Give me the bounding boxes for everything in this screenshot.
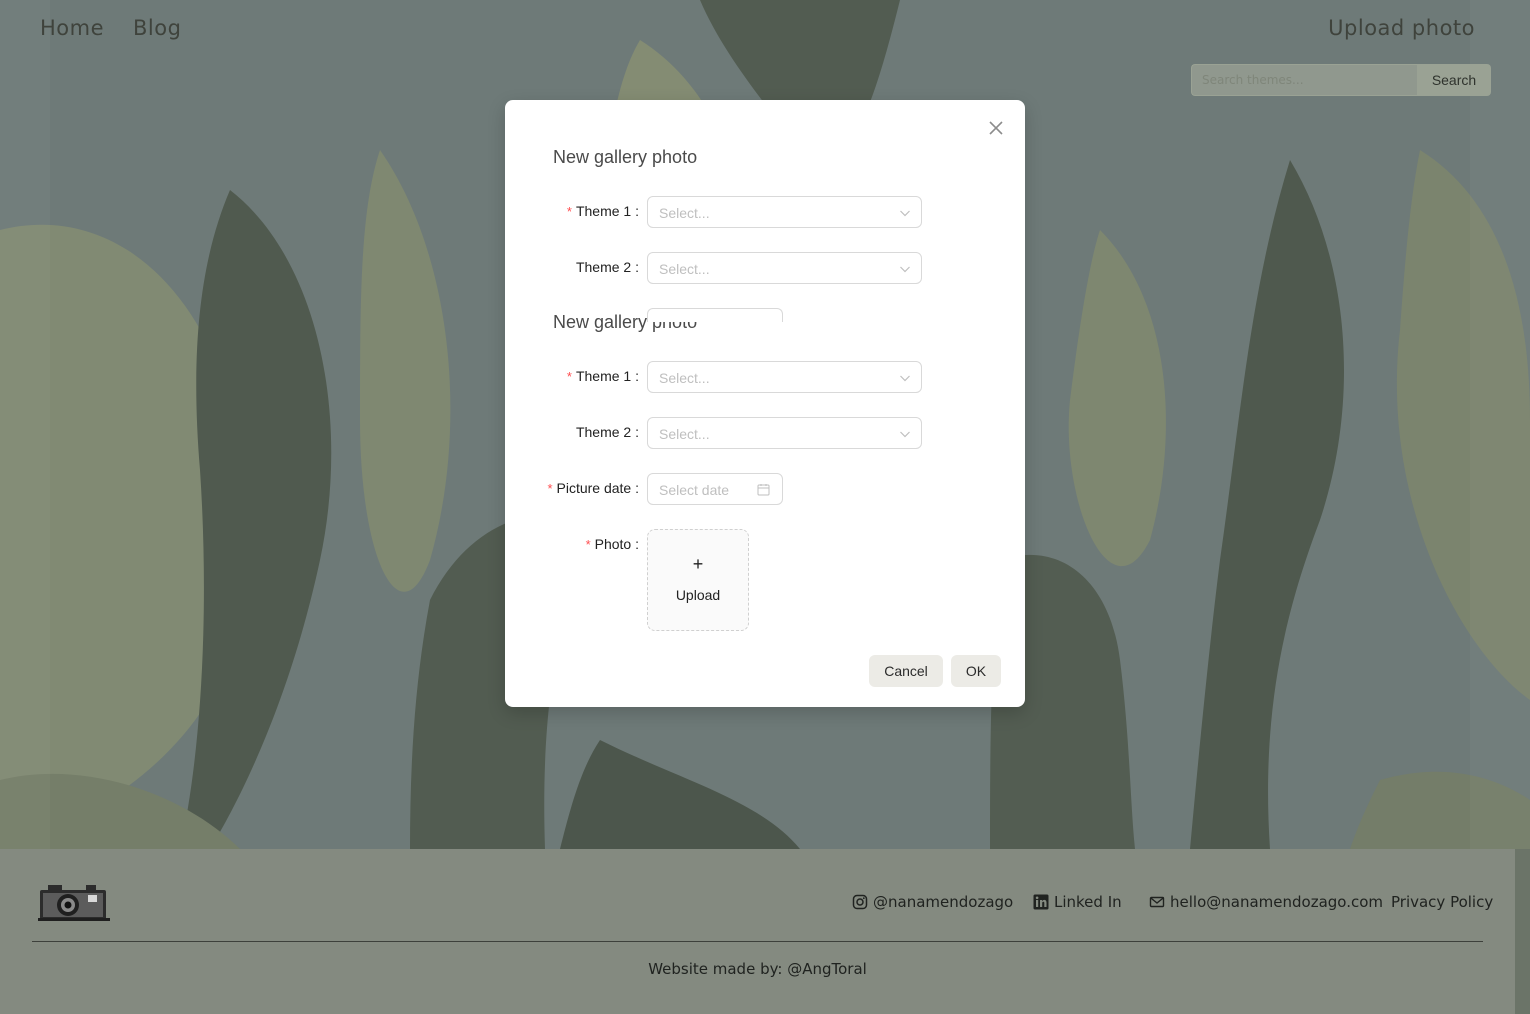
email-address[interactable]: hello@nanamendozago.com: [1170, 893, 1383, 911]
mail-icon: [1149, 896, 1165, 908]
theme2-row: Theme 2 : Select...: [505, 417, 1025, 449]
footer-credit: Website made by: @AngToral: [648, 960, 867, 978]
camera-logo-icon[interactable]: [38, 882, 110, 922]
new-photo-modal: New gallery photo * Theme 1 : Select... T…: [505, 100, 1025, 707]
select-placeholder: Select...: [659, 370, 710, 386]
instagram-handle[interactable]: @nanamendozago: [873, 893, 1013, 911]
theme2-select[interactable]: Select...: [647, 417, 922, 449]
chevron-down-icon: [900, 375, 910, 382]
photo-row: * Photo : + Upload: [505, 529, 1025, 631]
theme2-label: Theme 2 :: [575, 259, 639, 275]
linkedin-link[interactable]: Linked In: [1033, 893, 1122, 911]
theme1-row-first: * Theme 1 : Select...: [505, 196, 1025, 228]
instagram-link[interactable]: @nanamendozago: [852, 893, 1013, 911]
theme2-label: Theme 2 :: [575, 424, 639, 440]
instagram-icon: [852, 894, 868, 910]
picture-date-picker[interactable]: Select date: [647, 473, 783, 505]
plus-icon: +: [692, 554, 704, 574]
select-placeholder: Select...: [659, 261, 710, 277]
footer-divider: [32, 941, 1483, 942]
select-placeholder: Select...: [659, 205, 710, 221]
theme1-select[interactable]: Select...: [647, 361, 922, 393]
theme2-row-first: Theme 2 : Select...: [505, 252, 1025, 284]
picture-date-row: * Picture date : Select date: [505, 473, 1025, 505]
photo-upload-button[interactable]: + Upload: [647, 529, 749, 631]
theme1-select[interactable]: Select...: [647, 196, 922, 228]
theme1-row: * Theme 1 : Select...: [505, 361, 1025, 393]
footer: @nanamendozago Linked In hello@nanamendo…: [0, 849, 1515, 1014]
email-link[interactable]: hello@nanamendozago.com: [1149, 893, 1383, 911]
photo-label: * Photo :: [585, 536, 639, 552]
required-mark: *: [585, 537, 591, 552]
chevron-down-icon: [900, 431, 910, 438]
close-icon[interactable]: [986, 118, 1006, 138]
calendar-icon: [757, 484, 770, 496]
picture-date-label: * Picture date :: [547, 480, 639, 496]
cancel-button[interactable]: Cancel: [869, 655, 943, 687]
theme2-select[interactable]: Select...: [647, 252, 922, 284]
ok-button[interactable]: OK: [951, 655, 1001, 687]
theme1-label: * Theme 1 :: [566, 203, 639, 219]
required-mark: *: [547, 481, 553, 496]
theme1-label: * Theme 1 :: [566, 368, 639, 384]
required-mark: *: [566, 369, 572, 384]
date-placeholder: Select date: [659, 482, 730, 498]
chevron-down-icon: [900, 266, 910, 273]
select-placeholder: Select...: [659, 426, 710, 442]
chevron-down-icon: [900, 210, 910, 217]
footer-edge-strip: [1515, 849, 1530, 1014]
required-mark: *: [566, 204, 572, 219]
linkedin-icon: [1033, 894, 1049, 910]
upload-label: Upload: [675, 587, 721, 603]
linkedin-label[interactable]: Linked In: [1054, 893, 1122, 911]
privacy-policy-link[interactable]: Privacy Policy: [1391, 893, 1493, 911]
overlapping-date-picker-fragment: [647, 308, 783, 322]
modal-title: New gallery photo: [553, 147, 698, 167]
